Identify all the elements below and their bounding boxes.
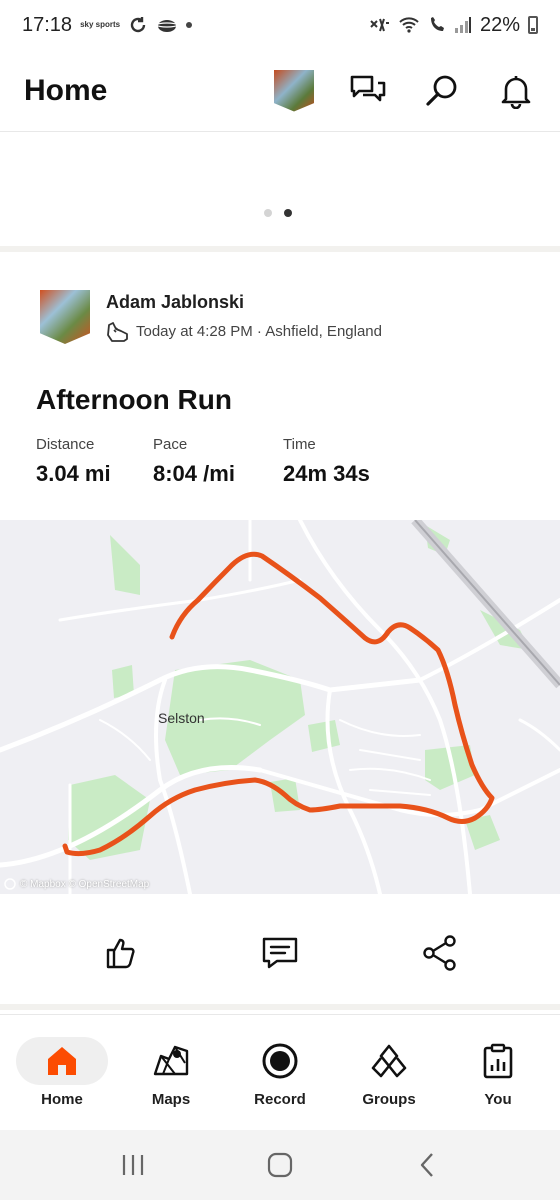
nav-home[interactable]: Home <box>8 1015 116 1130</box>
stat-value: 3.04 mi <box>36 461 111 486</box>
map-attribution-text[interactable]: © Mapbox © OpenStreetMap <box>20 879 149 890</box>
header-actions <box>274 69 536 112</box>
status-time: 17:18 <box>22 13 73 36</box>
comment-button[interactable] <box>258 931 302 975</box>
back-icon <box>420 1153 433 1177</box>
sky-sports-logo: sky sports <box>80 20 121 29</box>
carousel-dot[interactable] <box>264 209 272 217</box>
nav-icon-container <box>343 1037 435 1085</box>
activity-actions <box>0 918 560 988</box>
nav-label: Record <box>254 1091 306 1108</box>
record-icon <box>262 1043 298 1079</box>
nav-label: Groups <box>362 1091 416 1108</box>
feed-divider <box>0 1004 560 1010</box>
nav-you[interactable]: You <box>444 1015 552 1130</box>
map-place-label: Selston <box>158 710 205 726</box>
athlete-header[interactable]: Adam Jablonski Today at 4:28 PM · Ashfie… <box>40 290 382 344</box>
nav-maps[interactable]: Maps <box>117 1015 225 1130</box>
home-icon <box>48 1047 76 1075</box>
cloud-icon <box>156 20 178 32</box>
chat-icon <box>350 75 386 101</box>
kudos-button[interactable] <box>98 931 142 975</box>
stat-label: Pace <box>153 436 188 453</box>
search-button[interactable] <box>422 71 462 111</box>
activity-title[interactable]: Afternoon Run <box>36 384 232 416</box>
stat-value: 24m 34s <box>283 461 370 486</box>
notifications-button[interactable] <box>496 71 536 111</box>
search-icon <box>426 75 457 106</box>
nav-record[interactable]: Record <box>226 1015 334 1130</box>
stat-time: Time 24m 34s <box>283 436 370 487</box>
nav-groups[interactable]: Groups <box>335 1015 443 1130</box>
notification-dot <box>186 22 193 28</box>
carousel-indicator <box>264 209 292 217</box>
feed-divider <box>0 246 560 252</box>
chat-button[interactable] <box>348 71 388 111</box>
stat-pace: Pace 8:04 /mi <box>153 436 247 487</box>
map-icon <box>153 1045 189 1076</box>
shoe-icon <box>107 321 128 342</box>
vibrate-icon <box>370 18 389 32</box>
home-circle-icon <box>267 1152 293 1178</box>
page-title: Home <box>24 73 108 107</box>
stat-distance: Distance 3.04 mi <box>36 436 117 487</box>
map-canvas <box>0 520 560 894</box>
stat-label: Distance <box>36 436 95 453</box>
nav-label: Maps <box>151 1091 191 1108</box>
bottom-navigation: Home Maps Record Groups You <box>0 1014 560 1130</box>
wifi-icon <box>399 17 419 33</box>
like-icon <box>106 938 135 969</box>
nav-icon-container <box>234 1037 326 1085</box>
battery-percent: 22% <box>479 13 520 36</box>
system-navigation-bar <box>0 1130 560 1200</box>
status-bar: 17:18 sky sports 22% <box>0 0 560 50</box>
top-app-bar: Home <box>0 50 560 132</box>
map-railway <box>411 520 560 689</box>
status-left: 17:18 sky sports <box>22 13 193 37</box>
back-button[interactable] <box>405 1143 449 1187</box>
carousel[interactable] <box>0 133 560 245</box>
nav-label: You <box>484 1091 512 1108</box>
stat-label: Time <box>283 436 316 453</box>
activity-meta-text: Today at 4:28 PM · Ashfield, England <box>136 323 382 340</box>
profile-avatar[interactable] <box>274 69 314 112</box>
activity-meta: Today at 4:28 PM · Ashfield, England <box>106 321 382 343</box>
bell-icon <box>501 75 531 109</box>
athlete-avatar[interactable] <box>40 290 90 344</box>
recents-button[interactable] <box>111 1143 155 1187</box>
recents-icon <box>123 1155 144 1175</box>
activity-stats: Distance 3.04 mi Pace 8:04 /mi Time 24m … <box>36 436 406 487</box>
nav-label: Home <box>41 1091 83 1108</box>
signal-icon <box>454 17 471 33</box>
nav-icon-container <box>452 1037 544 1085</box>
wifi-calling-icon <box>430 17 444 31</box>
mapbox-logo-icon <box>4 878 16 890</box>
stat-value: 8:04 /mi <box>153 461 235 486</box>
system-home-button[interactable] <box>258 1143 302 1187</box>
route-map[interactable]: Selston © Mapbox © OpenStreetMap <box>0 520 560 894</box>
carousel-dot-active[interactable] <box>284 209 292 217</box>
profile-stats-icon <box>483 1043 513 1079</box>
nav-icon-container <box>16 1037 108 1085</box>
sync-icon <box>130 17 146 33</box>
groups-icon <box>371 1044 407 1078</box>
map-attribution[interactable]: © Mapbox © OpenStreetMap <box>4 878 149 890</box>
battery-icon <box>528 16 538 34</box>
comment-icon <box>262 937 298 969</box>
nav-icon-container <box>125 1037 217 1085</box>
status-right: 22% <box>368 14 538 37</box>
athlete-info: Adam Jablonski Today at 4:28 PM · Ashfie… <box>106 292 382 343</box>
share-icon <box>423 935 456 971</box>
athlete-name[interactable]: Adam Jablonski <box>106 292 382 313</box>
share-button[interactable] <box>418 931 462 975</box>
